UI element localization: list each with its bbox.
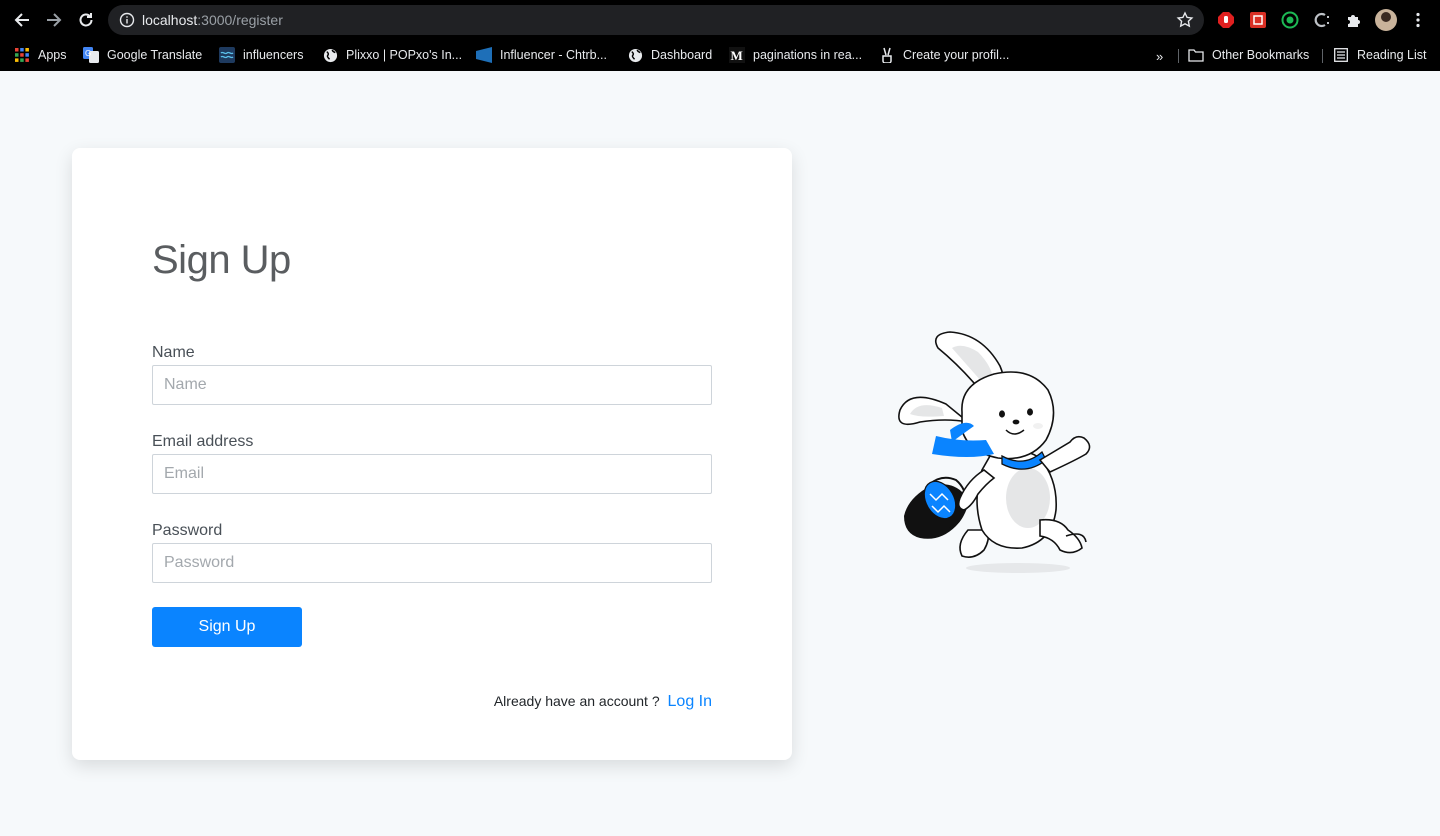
medium-icon: M [729, 47, 745, 63]
running-bunny-icon [898, 331, 1091, 573]
bookmark-paginations[interactable]: M paginations in rea... [729, 44, 862, 66]
reading-list-icon [1333, 47, 1349, 63]
bookmark-label: Apps [38, 48, 67, 62]
password-input[interactable] [152, 543, 712, 583]
bookmark-google-translate[interactable]: G Google Translate [83, 44, 202, 66]
bookmark-plixxo[interactable]: Plixxo | POPxo's In... [322, 44, 462, 66]
back-arrow-icon[interactable] [10, 8, 34, 32]
url-path: :3000/register [197, 12, 283, 28]
bookmarks-bar: Apps G Google Translate influencers Plix… [0, 40, 1440, 71]
google-translate-icon: G [83, 47, 99, 63]
bookmark-label: Google Translate [107, 48, 203, 62]
bookmark-label: influencers [243, 48, 304, 62]
name-label: Name [152, 344, 195, 361]
bookmark-other-bookmarks[interactable]: Other Bookmarks [1188, 44, 1309, 66]
bookmark-label: paginations in rea... [753, 48, 863, 62]
red-extension-icon[interactable] [1248, 10, 1268, 30]
bookmark-label: Create your profil... [903, 48, 1010, 62]
browser-chrome: localhost:3000/register Apps G Google Tr… [0, 0, 1440, 71]
adblock-extension-icon[interactable] [1216, 10, 1236, 30]
bunny-illustration [890, 330, 1100, 580]
kebab-menu-icon[interactable] [1408, 10, 1428, 30]
url-text: localhost:3000/register [142, 12, 283, 28]
bookmark-star-icon[interactable] [1176, 11, 1194, 29]
bookmark-label: Other Bookmarks [1212, 48, 1310, 62]
forward-arrow-icon[interactable] [42, 8, 66, 32]
bookmark-label: Dashboard [651, 48, 713, 62]
bookmark-create-profile[interactable]: Create your profil... [879, 44, 1009, 66]
bookmark-label: Plixxo | POPxo's In... [346, 48, 463, 62]
globe-icon [627, 47, 643, 63]
email-label: Email address [152, 433, 254, 450]
chtrbox-icon [476, 47, 492, 63]
login-link[interactable]: Log In [668, 693, 712, 710]
influencers-icon [219, 47, 235, 63]
browser-toolbar: localhost:3000/register [0, 0, 1440, 40]
bookmark-chtrbox[interactable]: Influencer - Chtrb... [476, 44, 607, 66]
apps-grid-icon [14, 47, 30, 63]
c-extension-icon[interactable] [1312, 10, 1332, 30]
email-input[interactable] [152, 454, 712, 494]
address-bar[interactable]: localhost:3000/register [108, 5, 1204, 35]
svg-text:G: G [85, 49, 91, 58]
signup-card: Sign Up Name Email address Password Sign… [72, 148, 792, 760]
reading-list-button[interactable]: Reading List [1333, 44, 1427, 66]
name-input[interactable] [152, 365, 712, 405]
sign-up-button[interactable]: Sign Up [152, 607, 302, 647]
url-host: localhost [142, 12, 198, 28]
password-label: Password [152, 522, 223, 539]
bookmarks-divider [1178, 49, 1179, 63]
bookmark-dashboard[interactable]: Dashboard [627, 44, 712, 66]
bookmarks-divider [1322, 49, 1323, 63]
reload-icon[interactable] [74, 8, 98, 32]
bookmark-label: Influencer - Chtrb... [500, 48, 607, 62]
login-prompt: Already have an account ? Log In [494, 693, 712, 711]
page-title: Sign Up [152, 238, 291, 282]
site-info-icon[interactable] [119, 12, 135, 28]
bookmarks-overflow-button[interactable]: » [1156, 49, 1163, 64]
bookmark-label: Reading List [1357, 48, 1427, 62]
green-target-extension-icon[interactable] [1280, 10, 1300, 30]
profile-avatar[interactable] [1375, 9, 1397, 31]
peace-hand-icon [879, 47, 895, 63]
login-prompt-text: Already have an account ? [493, 693, 660, 709]
globe-icon [322, 47, 338, 63]
folder-icon [1188, 47, 1204, 63]
svg-text:M: M [731, 48, 743, 63]
puzzle-extensions-icon[interactable] [1344, 10, 1364, 30]
bookmark-influencers[interactable]: influencers [219, 44, 303, 66]
bookmark-apps[interactable]: Apps [14, 44, 67, 66]
